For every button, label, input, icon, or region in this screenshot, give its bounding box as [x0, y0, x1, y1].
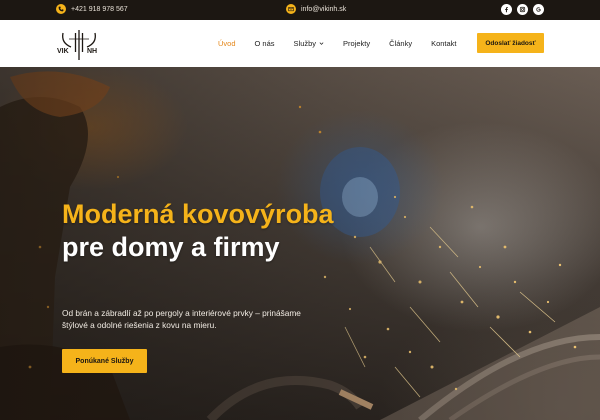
- hero-title-highlight: Moderná kovovýroba: [62, 199, 334, 229]
- email-address: info@vikinh.sk: [301, 5, 347, 13]
- hero-title-rest: pre domy a firmy: [62, 232, 280, 262]
- nav-item-o-nas[interactable]: O nás: [255, 39, 275, 48]
- social-links: [501, 4, 544, 15]
- nav-item-label: Projekty: [343, 39, 371, 48]
- send-request-button[interactable]: Odoslať žiadosť: [477, 33, 544, 53]
- instagram-icon[interactable]: [517, 4, 528, 15]
- contact-phone[interactable]: +421 918 978 567: [56, 4, 128, 14]
- hero-subtitle: Od brán a zábradlí až po pergoly a inter…: [62, 308, 301, 330]
- site-logo[interactable]: VIK NH: [55, 27, 103, 61]
- phone-number: +421 918 978 567: [71, 5, 128, 13]
- top-bar: +421 918 978 567 info@vikinh.sk: [0, 0, 600, 20]
- nav-item-clanky[interactable]: Články: [389, 39, 412, 48]
- svg-text:NH: NH: [87, 48, 97, 55]
- chevron-down-icon: [319, 42, 324, 45]
- nav-item-projekty[interactable]: Projekty: [343, 39, 370, 48]
- nav-item-label: Úvod: [218, 39, 236, 48]
- nav-item-sluzby[interactable]: Služby: [294, 39, 325, 48]
- nav-item-uvod[interactable]: Úvod: [218, 39, 236, 48]
- hero-title: Moderná kovovýroba pre domy a firmy: [62, 198, 362, 264]
- contact-email[interactable]: info@vikinh.sk: [286, 4, 346, 14]
- primary-navigation: Úvod O nás Služby Projekty Články Kontak…: [218, 39, 476, 48]
- nav-item-label: Služby: [293, 39, 317, 48]
- facebook-icon[interactable]: [501, 4, 512, 15]
- nav-item-label: Články: [389, 39, 413, 48]
- mail-icon: [286, 4, 296, 14]
- nav-item-kontakt[interactable]: Kontakt: [431, 39, 456, 48]
- hero-section: Moderná kovovýroba pre domy a firmy Od b…: [0, 67, 600, 420]
- nav-item-label: Kontakt: [431, 39, 457, 48]
- svg-text:VIK: VIK: [57, 48, 69, 55]
- phone-icon: [56, 4, 66, 14]
- nav-item-label: O nás: [254, 39, 275, 48]
- services-button[interactable]: Ponúkané Služby: [62, 349, 147, 373]
- main-navbar: VIK NH Úvod O nás Služby Projekty Články…: [0, 20, 600, 67]
- google-icon[interactable]: [533, 4, 544, 15]
